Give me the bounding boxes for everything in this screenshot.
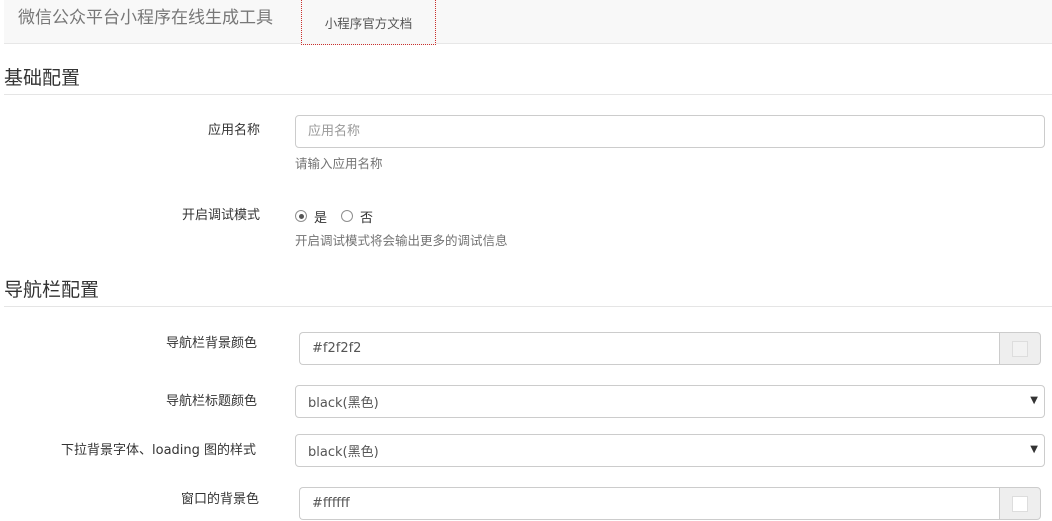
pull-style-value: black(黑色) bbox=[308, 445, 379, 460]
window-bg-color-group bbox=[299, 487, 1041, 520]
nav-title-color-select[interactable]: black(黑色) ▼ bbox=[295, 385, 1045, 418]
debug-no-label[interactable]: 否 bbox=[360, 207, 373, 226]
window-bg-color-picker-button[interactable] bbox=[999, 487, 1041, 520]
tab-official-docs[interactable]: 小程序官方文档 bbox=[301, 0, 436, 45]
window-bg-swatch bbox=[1012, 495, 1028, 512]
app-name-label: 应用名称 bbox=[208, 123, 261, 138]
debug-no-radio[interactable] bbox=[341, 210, 354, 222]
caret-down-icon: ▼ bbox=[1030, 395, 1038, 406]
nav-bg-color-group bbox=[299, 332, 1041, 365]
nav-bg-color-swatch bbox=[1012, 340, 1028, 357]
nav-title-color-label: 导航栏标题颜色 bbox=[166, 394, 258, 409]
section-title-basic: 基础配置 bbox=[4, 66, 1052, 95]
section-title-navbar: 导航栏配置 bbox=[4, 278, 1052, 307]
navbar-brand[interactable]: 微信公众平台小程序在线生成工具 bbox=[18, 7, 273, 29]
navbar: 微信公众平台小程序在线生成工具 小程序官方文档 bbox=[4, 0, 1052, 45]
app-name-input[interactable] bbox=[295, 115, 1045, 148]
nav-bg-color-label: 导航栏背景颜色 bbox=[166, 336, 258, 351]
caret-down-icon: ▼ bbox=[1030, 444, 1038, 455]
debug-yes-label[interactable]: 是 bbox=[314, 207, 327, 226]
nav-bg-color-input[interactable] bbox=[299, 332, 999, 365]
window-bg-label: 窗口的背景色 bbox=[181, 492, 260, 507]
debug-yes-radio[interactable] bbox=[295, 210, 307, 222]
pull-style-label: 下拉背景字体、loading 图的样式 bbox=[61, 443, 257, 458]
debug-mode-help: 开启调试模式将会输出更多的调试信息 bbox=[295, 233, 508, 248]
debug-mode-radio-group: 是 否 bbox=[295, 207, 387, 226]
pull-style-select[interactable]: black(黑色) ▼ bbox=[295, 434, 1045, 467]
debug-mode-label: 开启调试模式 bbox=[182, 208, 261, 223]
app-name-help: 请输入应用名称 bbox=[295, 156, 383, 171]
nav-bg-color-picker-button[interactable] bbox=[999, 332, 1041, 365]
window-bg-input[interactable] bbox=[299, 487, 999, 520]
nav-title-color-value: black(黑色) bbox=[308, 396, 379, 411]
